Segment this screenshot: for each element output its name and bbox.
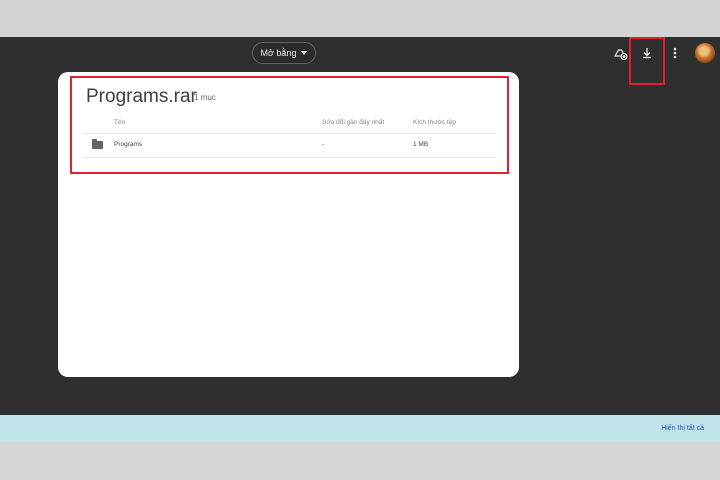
download-icon[interactable] (638, 44, 656, 62)
bottom-margin (0, 442, 720, 480)
archive-title: Programs.rar (86, 86, 197, 107)
open-with-button[interactable]: Mở bằng (252, 42, 316, 64)
column-header-modified[interactable]: Sửa đổi gần đây nhất (322, 119, 384, 126)
show-all-link[interactable]: Hiển thị tất cả (661, 425, 704, 432)
more-vert-icon[interactable] (666, 44, 684, 62)
row-divider (82, 157, 495, 158)
row-name: Programs (114, 141, 143, 148)
caret-down-icon (301, 51, 308, 55)
archive-preview-card: Programs.rar 1 mục Tên Sửa đổi gần đây n… (58, 72, 519, 377)
avatar[interactable] (695, 43, 715, 63)
bottom-bar: Hiển thị tất cả (0, 415, 720, 442)
row-size: 1 MB (413, 141, 429, 148)
item-count: 1 mục (194, 93, 216, 102)
open-with-label: Mở bằng (260, 48, 297, 58)
column-header-size[interactable]: Kích thước tệp (413, 119, 456, 126)
add-to-drive-icon[interactable] (611, 44, 629, 62)
top-margin (0, 0, 720, 37)
column-header-name[interactable]: Tên (114, 119, 125, 126)
list-item[interactable]: Programs - 1 MB (82, 134, 495, 157)
row-modified: - (322, 141, 325, 148)
folder-icon (92, 139, 103, 149)
